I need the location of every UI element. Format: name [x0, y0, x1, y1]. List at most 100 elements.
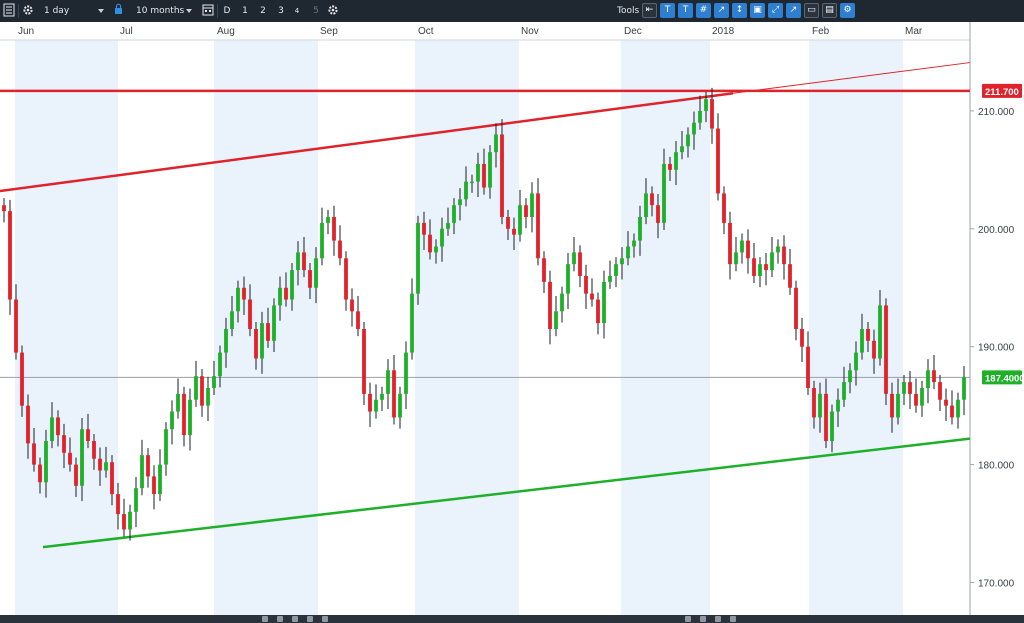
candle-up [434, 246, 438, 253]
y-tick-label: 200.000 [978, 225, 1015, 236]
candle-down [248, 299, 252, 330]
candle-down [938, 382, 942, 400]
candle-up [698, 110, 702, 123]
gear-icon[interactable] [22, 3, 34, 19]
footer-control[interactable] [292, 616, 298, 622]
footer-control[interactable] [322, 616, 328, 622]
magnet-icon[interactable]: ▭ [804, 3, 819, 18]
candle-up [224, 329, 228, 353]
range-value: 10 months [136, 6, 185, 16]
arrow-left-icon[interactable]: ⇤ [642, 3, 657, 18]
candle-up [758, 264, 762, 276]
tools-settings-icon[interactable]: ⚙ [840, 3, 855, 18]
period-button-1[interactable]: 1 [240, 3, 250, 19]
footer-control[interactable] [307, 616, 313, 622]
candle-up [686, 134, 690, 147]
candle-down [152, 476, 156, 495]
text-icon[interactable]: T [660, 3, 675, 18]
settings-icon[interactable] [327, 3, 339, 19]
candle-up [902, 382, 906, 394]
candle-down [344, 258, 348, 300]
candle-down [182, 393, 186, 436]
vertical-arrow-icon[interactable]: ↕ [732, 3, 747, 18]
candle-down [596, 299, 600, 324]
candle-down [200, 376, 204, 406]
x-tick-label: Nov [521, 26, 539, 37]
candle-down [38, 464, 42, 483]
period-button-5[interactable]: 5 [311, 3, 321, 19]
candle-down [710, 99, 714, 129]
candle-up [380, 393, 384, 400]
candle-down [884, 305, 888, 394]
candle-down [746, 240, 750, 259]
lock-icon[interactable] [114, 3, 124, 19]
candle-down [914, 393, 918, 406]
footer-control[interactable] [700, 616, 706, 622]
candle-up [458, 199, 462, 206]
candle-down [524, 205, 528, 218]
trend-text-icon[interactable]: T [678, 3, 693, 18]
candle-down [800, 329, 804, 347]
candle-up [386, 370, 390, 394]
footer-control[interactable] [277, 616, 283, 622]
print-icon[interactable]: ▤ [822, 3, 837, 18]
candle-up [818, 393, 822, 418]
candle-up [854, 352, 858, 371]
month-band [809, 22, 903, 615]
diagonal-zoom-icon[interactable]: ⤢ [768, 3, 783, 18]
diagonal-arrow-icon[interactable]: ↗ [786, 3, 801, 18]
candle-up [626, 246, 630, 259]
footer-control[interactable] [730, 616, 736, 622]
range-select[interactable]: 10 months [136, 3, 194, 19]
candle-down [872, 340, 876, 359]
interval-value: 1 day [44, 6, 70, 16]
candle-up [476, 163, 480, 182]
candle-up [134, 488, 138, 512]
candle-up [620, 258, 624, 265]
candle-down [428, 234, 432, 253]
footer-control[interactable] [262, 616, 268, 622]
period-button-4[interactable]: 4 [291, 3, 303, 19]
crosshair-icon[interactable]: # [696, 3, 711, 18]
footer-control[interactable] [715, 616, 721, 622]
candle-down [866, 329, 870, 341]
candle-up [296, 252, 300, 271]
list-icon[interactable] [3, 3, 15, 19]
candle-up [842, 382, 846, 400]
candle-up [278, 287, 282, 306]
x-tick-label: Jun [18, 26, 34, 37]
candle-down [716, 128, 720, 194]
price-tag-label: 187.4000 [985, 373, 1024, 384]
candle-down [656, 205, 660, 223]
zoom-icon[interactable]: ▣ [750, 3, 765, 18]
candle-up [494, 134, 498, 153]
period-button-2[interactable]: 2 [258, 3, 268, 19]
candle-up [314, 258, 318, 288]
x-tick-label: 2018 [712, 26, 735, 37]
x-tick-label: Jul [120, 26, 133, 37]
footer-control[interactable] [685, 616, 691, 622]
calendar-icon[interactable] [202, 3, 214, 19]
candle-up [44, 441, 48, 483]
candle-down [782, 246, 786, 265]
x-tick-label: Aug [217, 26, 235, 37]
candle-up [80, 429, 84, 486]
candle-down [14, 299, 18, 353]
period-button-3[interactable]: 3 [276, 3, 286, 19]
candle-down [122, 514, 126, 530]
candle-down [92, 441, 96, 459]
chart-footer [0, 615, 1024, 623]
price-chart[interactable]: Jun Jul Aug Sep Oct Nov Dec 2018 Feb Mar 210.000 20… [0, 22, 1024, 615]
candle-down [350, 299, 354, 312]
candle-down [146, 455, 150, 477]
candle-up [638, 217, 642, 241]
period-button-d[interactable]: D [221, 3, 233, 19]
candle-up [614, 264, 618, 276]
candle-up [398, 393, 402, 418]
interval-select[interactable]: 1 day [44, 3, 106, 19]
candle-down [764, 264, 768, 271]
candle-up [632, 240, 636, 247]
candle-down [752, 258, 756, 276]
x-tick-label: Feb [812, 26, 830, 37]
marker-icon[interactable]: ↗ [714, 3, 729, 18]
